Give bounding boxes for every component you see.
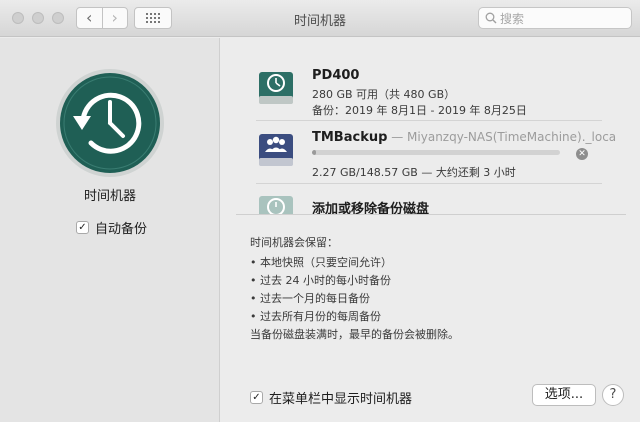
help-button[interactable]: ?	[602, 384, 624, 406]
disk-name: TMBackup	[312, 130, 388, 145]
checkmark-icon: ✓	[252, 391, 261, 403]
keeps-item: • 过去一个月的每日备份	[250, 292, 370, 305]
sidebar-panel: 时间机器 ✓ 自动备份	[0, 38, 220, 422]
auto-backup-checkbox[interactable]: ✓	[76, 221, 89, 234]
auto-backup-row[interactable]: ✓ 自动备份	[76, 218, 147, 237]
auto-backup-label: 自动备份	[95, 222, 148, 237]
disk-url: Miyanzqy-NAS(TimeMachine)._local	[407, 130, 616, 144]
time-machine-icon	[56, 69, 164, 177]
titlebar: ‹ › 时间机器 搜索	[0, 0, 640, 37]
search-placeholder: 搜索	[500, 11, 525, 26]
add-remove-disk-label: 添加或移除备份磁盘	[312, 202, 430, 214]
external-disk-icon	[259, 72, 293, 104]
search-field[interactable]: 搜索	[478, 7, 632, 29]
disk-url-separator: —	[387, 130, 408, 144]
backup-progress-bar	[312, 150, 560, 155]
disk-title-row: TMBackup — Miyanzqy-NAS(TimeMachine)._lo…	[312, 130, 616, 145]
disk-name: PD400	[312, 68, 360, 83]
checkmark-icon: ✓	[78, 221, 87, 233]
close-icon: ✕	[578, 149, 586, 159]
keeps-note: 当备份磁盘装满时，最早的备份会被删除。	[250, 328, 459, 341]
keeps-title: 时间机器会保留：	[250, 236, 338, 249]
divider	[236, 214, 626, 215]
keeps-item: • 过去所有月份的每周备份	[250, 310, 381, 323]
menubar-toggle-row[interactable]: ✓ 在菜单栏中显示时间机器	[250, 388, 412, 407]
menubar-checkbox[interactable]: ✓	[250, 391, 263, 404]
keeps-item: • 本地快照（只要空间允许）	[250, 256, 392, 269]
time-machine-window: ‹ › 时间机器 搜索 时间机器 ✓ 自动备份 PD400 280 GB 可用（…	[0, 0, 640, 422]
app-label: 时间机器	[83, 189, 136, 204]
disk-capacity: 280 GB 可用（共 480 GB）	[312, 88, 456, 101]
disk-placeholder-icon	[259, 196, 293, 214]
search-icon	[485, 12, 497, 24]
options-button[interactable]: 选项...	[532, 384, 596, 406]
disk-list[interactable]: PD400 280 GB 可用（共 480 GB） 备份：2019 年 8月1日…	[236, 58, 616, 214]
stop-backup-button[interactable]: ✕	[576, 148, 588, 160]
network-disk-icon	[259, 134, 293, 166]
divider	[256, 183, 602, 184]
menubar-label: 在菜单栏中显示时间机器	[269, 392, 413, 407]
disk-backup-range: 备份：2019 年 8月1日 - 2019 年 8月25日	[312, 104, 527, 117]
backup-progress-text: 2.27 GB/148.57 GB — 大约还剩 3 小时	[312, 166, 516, 179]
backup-progress-fill	[312, 150, 316, 155]
keeps-item: • 过去 24 小时的每小时备份	[250, 274, 391, 287]
divider	[256, 120, 602, 121]
